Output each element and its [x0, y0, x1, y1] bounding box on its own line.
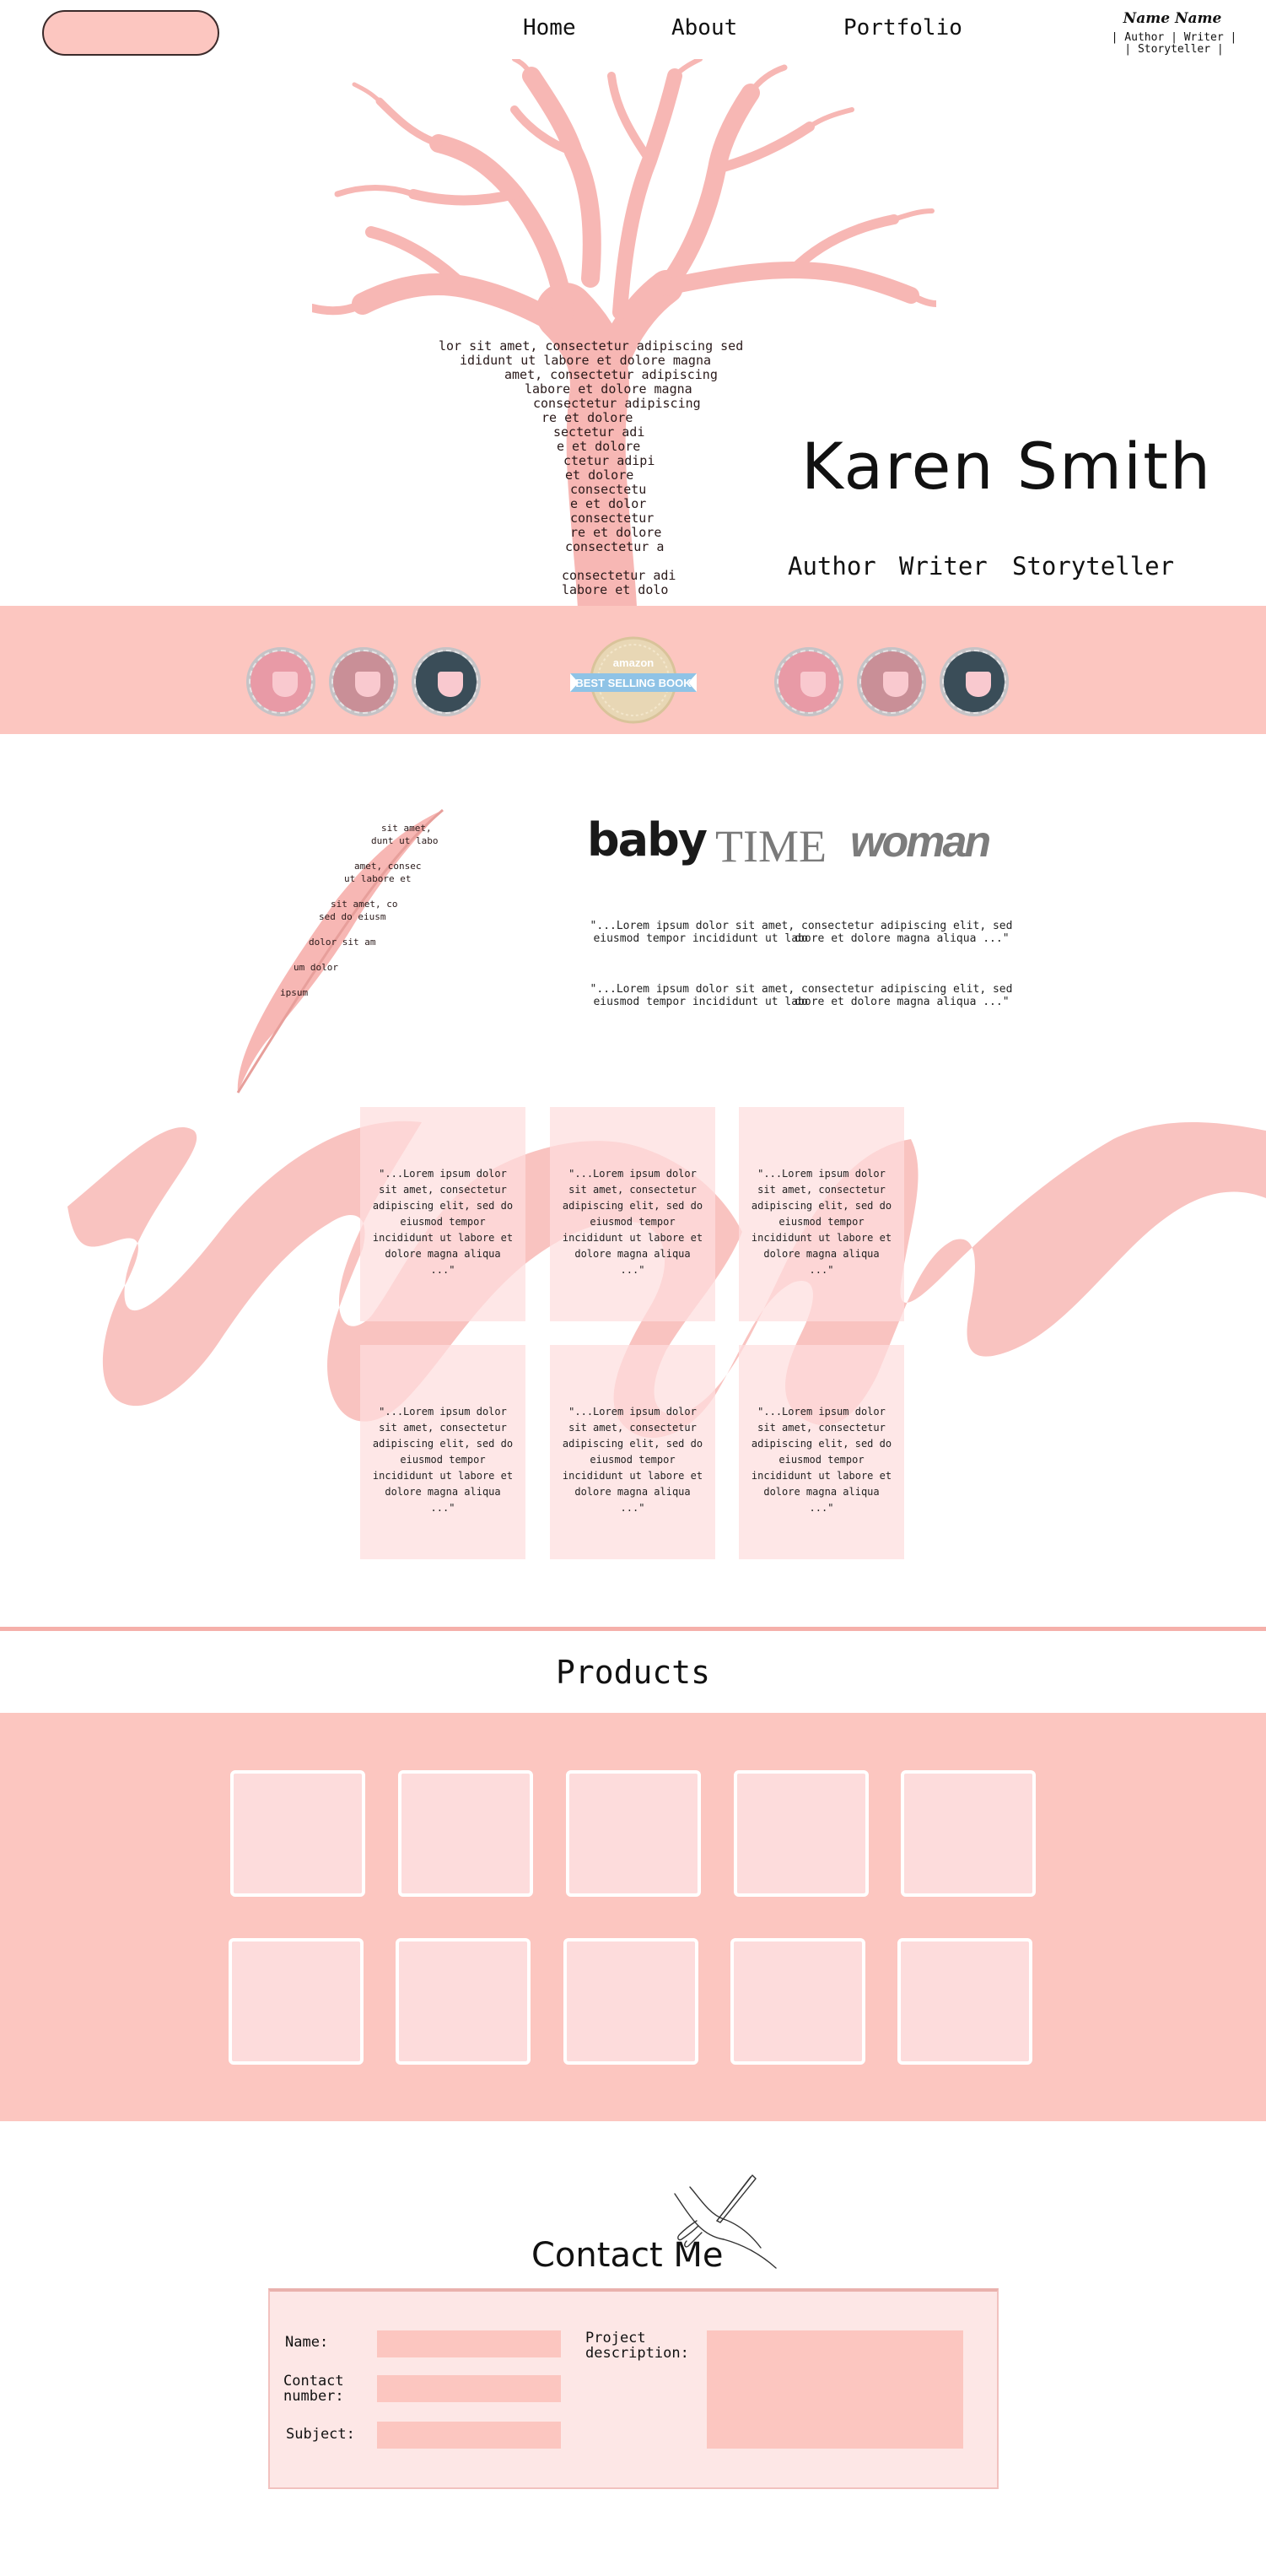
product-card[interactable]	[230, 1770, 365, 1897]
role-writer: Writer	[899, 552, 988, 581]
testimonial-card: "...Lorem ipsum dolor sit amet, consecte…	[739, 1107, 904, 1321]
testimonial-card: "...Lorem ipsum dolor sit amet, consecte…	[739, 1345, 904, 1559]
award-longlist-badge	[412, 647, 481, 716]
tree-text-line: consectetu	[570, 482, 646, 497]
testimonial-text: "...Lorem ipsum dolor sit amet, consecte…	[751, 1168, 892, 1276]
contact-number-label-line: Contact	[283, 2373, 344, 2390]
nav-about[interactable]: About	[671, 15, 737, 41]
product-card[interactable]	[901, 1770, 1036, 1897]
hero-name: Karen Smith	[801, 429, 1213, 504]
tree-text-line: e et dolore	[557, 439, 640, 454]
quill-text-line: dolor sit am	[309, 937, 376, 948]
subject-label: Subject:	[286, 2426, 355, 2443]
testimonial-card: "...Lorem ipsum dolor sit amet, consecte…	[360, 1107, 525, 1321]
product-card[interactable]	[563, 1938, 698, 2065]
press-logo-time: TIME	[715, 821, 827, 872]
testimonial-card: "...Lorem ipsum dolor sit amet, consecte…	[550, 1345, 715, 1559]
product-card[interactable]	[897, 1938, 1032, 2065]
award-finalist-badge	[329, 647, 398, 716]
subject-field[interactable]	[377, 2422, 561, 2449]
book-icon	[438, 672, 463, 697]
book-icon	[800, 672, 826, 697]
testimonial-text: "...Lorem ipsum dolor sit amet, consecte…	[372, 1406, 514, 1514]
tree-text-line: et dolore	[565, 467, 633, 483]
brand-name: Name Name	[1123, 10, 1222, 27]
amazon-badge-label: BEST SELLING BOOK	[575, 677, 692, 689]
product-card[interactable]	[566, 1770, 701, 1897]
logo-placeholder[interactable]	[42, 10, 219, 56]
quill-text-line: sit amet,	[381, 823, 432, 834]
role-storyteller: Storyteller	[1012, 552, 1175, 581]
product-card[interactable]	[396, 1938, 531, 2065]
book-icon	[883, 672, 908, 697]
tree-text-line: consectetur adipiscing	[533, 396, 701, 411]
book-icon	[355, 672, 380, 697]
quill-text-line: ut labore et	[344, 873, 411, 884]
press-quote-line: eiusmod tempor incididunt ut labore et d…	[593, 996, 1010, 1008]
tree-illustration: lor sit amet, consectetur adipiscing sed…	[312, 59, 936, 608]
nav-home[interactable]: Home	[523, 15, 576, 41]
role-author: Author	[788, 552, 876, 581]
tree-text-line: consectetur a	[565, 539, 664, 554]
tree-text-line: labore et dolore magna	[525, 381, 692, 397]
award-longlist-badge	[940, 647, 1009, 716]
product-card[interactable]	[730, 1938, 865, 2065]
contact-number-field[interactable]	[377, 2375, 561, 2402]
award-winner-badge	[774, 647, 843, 716]
quill-text-line: sed do eiusm	[319, 911, 386, 922]
testimonial-text: "...Lorem ipsum dolor sit amet, consecte…	[562, 1406, 703, 1514]
tree-text-line: e et dolor	[570, 496, 646, 511]
contact-number-label: Contact number:	[283, 2373, 344, 2404]
tree-text-line: consectetur adi	[562, 568, 676, 583]
quill-text-line: amet, consec	[354, 861, 421, 872]
product-card[interactable]	[398, 1770, 533, 1897]
book-icon	[272, 672, 298, 697]
tree-text-line: amet, consectetur adipiscing	[504, 367, 718, 382]
tree-text-line: lor sit amet, consectetur adipiscing sed	[439, 338, 743, 354]
brand-tagline-line: | Author | Writer |	[1111, 31, 1237, 44]
testimonial-card: "...Lorem ipsum dolor sit amet, consecte…	[550, 1107, 715, 1321]
quill-text-line: ipsum	[280, 987, 308, 998]
press-logo-woman: woman	[850, 818, 991, 867]
product-card[interactable]	[734, 1770, 869, 1897]
nav-portfolio[interactable]: Portfolio	[843, 15, 962, 41]
name-label: Name:	[285, 2334, 329, 2351]
quill-text-line: dunt ut labo	[371, 835, 438, 846]
project-description-label: Project description:	[585, 2330, 689, 2361]
press-logo-baby: baby	[587, 813, 708, 867]
project-description-label-line: Project	[585, 2330, 646, 2346]
tree-text-line: ctetur adipi	[563, 453, 655, 468]
press-quote-line: eiusmod tempor incididunt ut labore et d…	[593, 932, 1010, 945]
testimonial-text: "...Lorem ipsum dolor sit amet, consecte…	[751, 1406, 892, 1514]
amazon-badge-top: amazon	[613, 656, 654, 669]
quill-illustration: sit amet, dunt ut labo amet, consec ut l…	[236, 808, 444, 1094]
award-finalist-badge	[857, 647, 926, 716]
testimonial-text: "...Lorem ipsum dolor sit amet, consecte…	[562, 1168, 703, 1276]
tree-text-line: re et dolore	[570, 525, 661, 540]
tree-text-line: re et dolore	[541, 410, 633, 425]
contact-number-label-line: number:	[283, 2388, 344, 2405]
book-icon	[966, 672, 991, 697]
contact-title: Contact Me	[531, 2236, 724, 2275]
quill-text-line: sit amet, co	[331, 899, 397, 910]
name-field[interactable]	[377, 2330, 561, 2357]
project-description-label-line: description:	[585, 2345, 689, 2362]
product-card[interactable]	[229, 1938, 364, 2065]
tree-text-line: labore et dolo	[562, 582, 668, 597]
amazon-bestseller-badge: amazon BEST SELLING BOOK	[570, 636, 697, 724]
section-divider	[0, 1627, 1266, 1631]
products-title: Products	[555, 1654, 711, 1691]
brand-tagline-line: | Storyteller |	[1124, 43, 1224, 56]
award-winner-badge	[246, 647, 315, 716]
tree-text-line: ididunt ut labore et dolore magna	[460, 353, 711, 368]
testimonial-text: "...Lorem ipsum dolor sit amet, consecte…	[372, 1168, 514, 1276]
testimonial-card: "...Lorem ipsum dolor sit amet, consecte…	[360, 1345, 525, 1559]
brand-tagline: | Author | Writer | | Storyteller |	[1107, 32, 1242, 56]
tree-text-line: sectetur adi	[553, 424, 644, 440]
quill-text-line: um dolor	[294, 962, 338, 973]
project-description-field[interactable]	[707, 2330, 963, 2449]
tree-text-line: consectetur	[570, 510, 654, 526]
